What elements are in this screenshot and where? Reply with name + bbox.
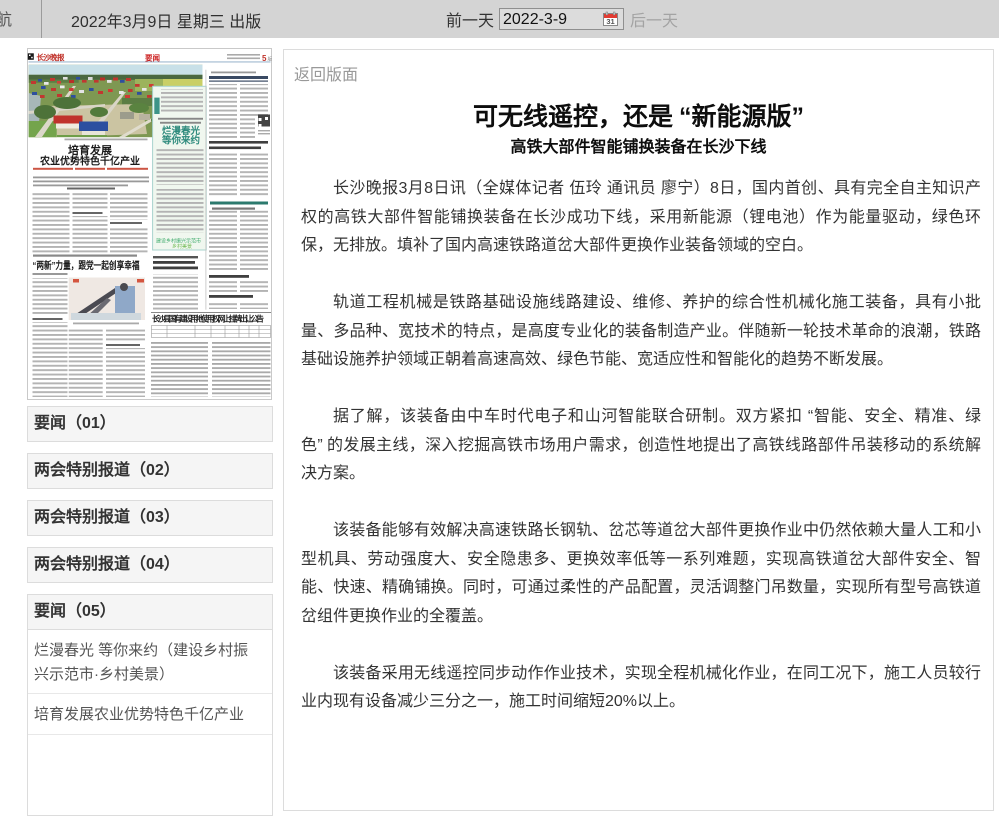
svg-text:等你来约: 等你来约 [161, 135, 200, 147]
svg-text:培育发展: 培育发展 [68, 143, 113, 157]
svg-text:农业优势特色千亿产业: 农业优势特色千亿产业 [39, 155, 140, 168]
svg-text:版: 版 [268, 56, 273, 63]
svg-text:长沙县国有建设用地使用权网上挂牌出让公告: 长沙县国有建设用地使用权网上挂牌出让公告 [152, 314, 264, 324]
svg-text:长沙晚报: 长沙晚报 [37, 52, 66, 62]
svg-text:乡村美景: 乡村美景 [172, 243, 192, 250]
svg-text:“两新”力量，跟党一起创享幸福: “两新”力量，跟党一起创享幸福 [33, 259, 140, 272]
svg-text:要闻: 要闻 [145, 53, 160, 63]
svg-text:31: 31 [606, 17, 614, 26]
svg-text:5: 5 [262, 54, 267, 63]
